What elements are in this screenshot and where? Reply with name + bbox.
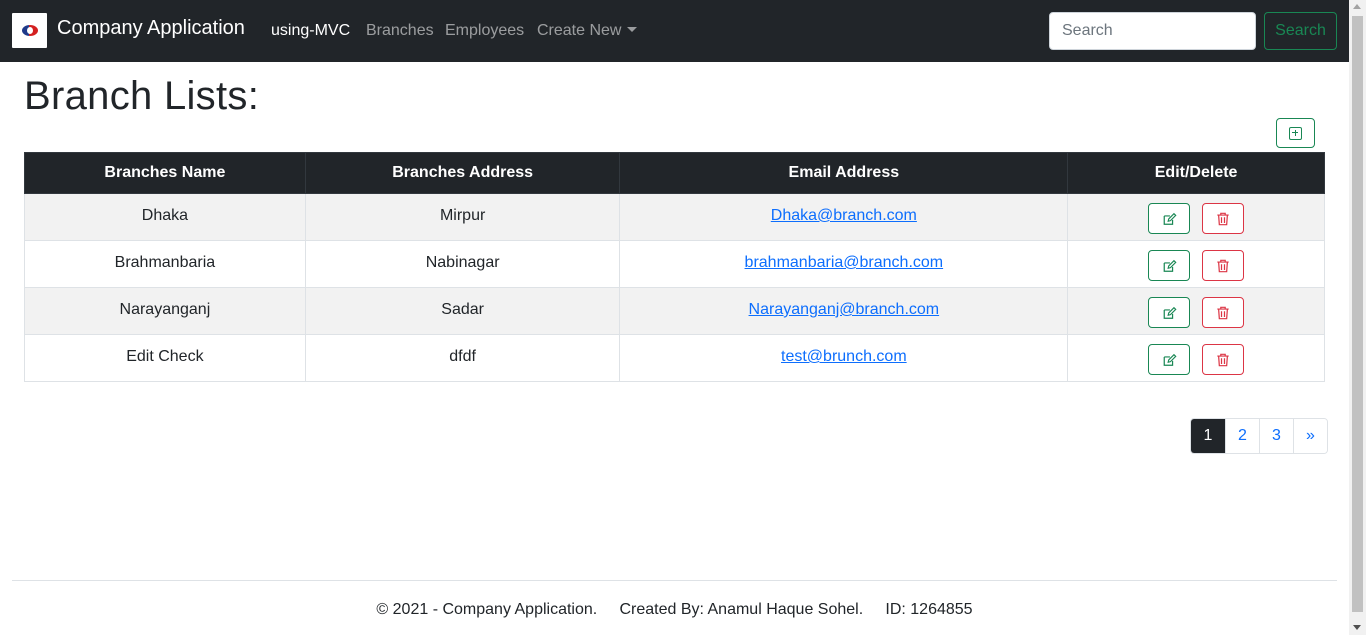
next-page-link[interactable]: » [1293, 419, 1327, 453]
edit-button[interactable] [1148, 297, 1191, 328]
create-new-label: Create New [537, 22, 622, 39]
delete-button[interactable] [1202, 344, 1245, 375]
search-button[interactable]: Search [1264, 12, 1337, 50]
edit-button[interactable] [1148, 250, 1191, 281]
branch-address: Mirpur [304, 193, 621, 241]
branch-name: Narayanganj [24, 287, 306, 335]
trash-icon [1217, 259, 1229, 273]
pencil-square-icon [1163, 306, 1177, 319]
table-row: Dhaka Mirpur Dhaka@branch.com [24, 193, 1325, 241]
search-input[interactable] [1049, 12, 1256, 50]
actions-cell [1067, 240, 1325, 288]
email-link[interactable]: Dhaka@branch.com [771, 207, 917, 224]
company-logo[interactable] [12, 13, 47, 48]
edit-button[interactable] [1148, 203, 1191, 234]
branch-name: Edit Check [24, 334, 306, 382]
header-edit-delete: Edit/Delete [1067, 152, 1325, 194]
add-branch-button[interactable] [1276, 118, 1315, 148]
plus-square-icon [1289, 126, 1302, 140]
scroll-up-arrow-icon[interactable] [1353, 4, 1361, 9]
email-link[interactable]: test@brunch.com [781, 348, 907, 365]
page-title: Branch Lists: [24, 74, 260, 118]
trash-icon [1217, 353, 1229, 367]
actions-cell [1067, 287, 1325, 335]
page-2-link[interactable]: 2 [1225, 419, 1259, 453]
pagination: 1 2 3 » [1190, 418, 1328, 454]
actions-cell [1067, 334, 1325, 382]
delete-button[interactable] [1202, 203, 1245, 234]
table-row: Edit Check dfdf test@brunch.com [24, 334, 1325, 382]
vertical-scrollbar[interactable] [1349, 0, 1366, 635]
email-cell: brahmanbaria@branch.com [619, 240, 1069, 288]
nav-link-branches[interactable]: Branches [366, 22, 434, 40]
branch-address: Nabinagar [304, 240, 621, 288]
email-link[interactable]: brahmanbaria@branch.com [745, 254, 944, 271]
table-row: Narayanganj Sadar Narayanganj@branch.com [24, 287, 1325, 335]
footer-text: © 2021 - Company Application. Created By… [376, 601, 973, 618]
navbar: Company Application using-MVC Branches E… [0, 0, 1349, 62]
trash-icon [1217, 306, 1229, 320]
pencil-square-icon [1163, 353, 1177, 366]
scroll-thumb[interactable] [1352, 16, 1363, 612]
page-3-link[interactable]: 3 [1259, 419, 1293, 453]
header-email-address: Email Address [619, 152, 1069, 194]
brand-title[interactable]: Company Application [57, 17, 245, 40]
pencil-square-icon [1163, 259, 1177, 272]
delete-button[interactable] [1202, 297, 1245, 328]
email-cell: test@brunch.com [619, 334, 1069, 382]
table-header-row: Branches Name Branches Address Email Add… [24, 152, 1325, 194]
email-cell: Narayanganj@branch.com [619, 287, 1069, 335]
edit-button[interactable] [1148, 344, 1191, 375]
header-branches-name: Branches Name [24, 152, 306, 194]
branch-name: Brahmanbaria [24, 240, 306, 288]
nav-link-employees[interactable]: Employees [445, 22, 524, 40]
page-1-link[interactable]: 1 [1191, 419, 1225, 453]
footer-divider [12, 580, 1337, 581]
pencil-square-icon [1163, 212, 1177, 225]
branch-address: dfdf [304, 334, 621, 382]
logo-icon [21, 25, 38, 36]
scroll-down-arrow-icon[interactable] [1353, 625, 1361, 630]
email-link[interactable]: Narayanganj@branch.com [749, 301, 940, 318]
actions-cell [1067, 193, 1325, 241]
email-cell: Dhaka@branch.com [619, 193, 1069, 241]
header-branches-address: Branches Address [304, 152, 621, 194]
delete-button[interactable] [1202, 250, 1245, 281]
branch-name: Dhaka [24, 193, 306, 241]
caret-down-icon [627, 26, 638, 32]
nav-link-using-mvc[interactable]: using-MVC [271, 22, 350, 40]
nav-dropdown-create-new[interactable]: Create New [537, 22, 638, 40]
trash-icon [1217, 212, 1229, 226]
table-row: Brahmanbaria Nabinagar brahmanbaria@bran… [24, 240, 1325, 288]
branch-table: Branches Name Branches Address Email Add… [24, 152, 1325, 382]
branch-address: Sadar [304, 287, 621, 335]
